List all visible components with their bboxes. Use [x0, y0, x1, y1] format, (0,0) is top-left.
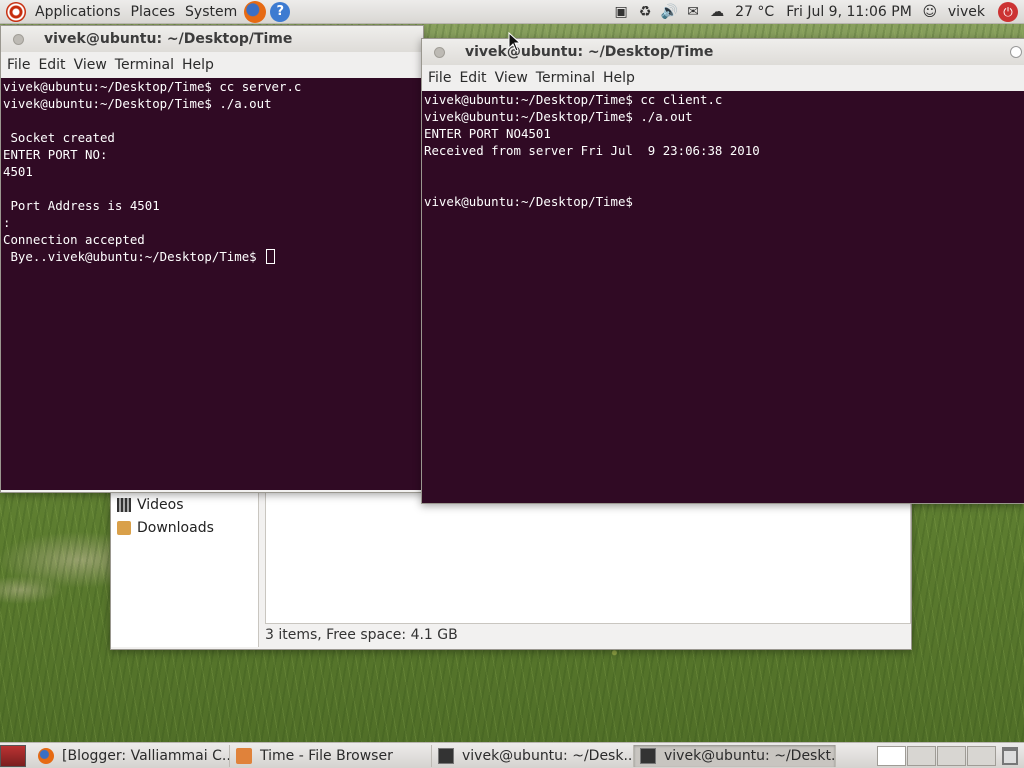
top-panel: Applications Places System ? ▣ ♻ 🔊 ✉ ☁ 2…: [0, 0, 1024, 24]
window-menu-icon[interactable]: [13, 33, 24, 45]
task-terminal-2[interactable]: vivek@ubuntu: ~/Deskt...: [634, 744, 836, 767]
sidebar-item-downloads[interactable]: Downloads: [111, 516, 258, 539]
window-menu-icon[interactable]: [434, 46, 445, 58]
terminal-icon: [640, 747, 656, 764]
close-icon[interactable]: [1010, 46, 1022, 58]
firefox-icon: [38, 747, 54, 764]
file-browser-status: 3 items, Free space: 4.1 GB: [265, 627, 458, 643]
terminal-icon: [438, 747, 454, 764]
menu-edit[interactable]: Edit: [455, 70, 490, 86]
system-tray: ▣ ♻ 🔊 ✉ ☁ 27 °C Fri Jul 9, 11:06 PM ☺ vi…: [610, 1, 1024, 22]
file-browser-window: Videos Downloads 3 items, Free space: 4.…: [110, 480, 912, 650]
user-name[interactable]: vivek: [943, 4, 990, 20]
menu-places[interactable]: Places: [126, 4, 181, 20]
menu-terminal[interactable]: Terminal: [111, 57, 178, 73]
terminal-output: vivek@ubuntu:~/Desktop/Time$ cc server.c…: [3, 79, 302, 264]
sidebar-item-videos[interactable]: Videos: [111, 493, 258, 516]
menu-system[interactable]: System: [180, 4, 242, 20]
task-terminal-1[interactable]: vivek@ubuntu: ~/Desk...: [432, 744, 634, 767]
weather-temperature[interactable]: 27 °C: [730, 4, 779, 20]
task-label: Time - File Browser: [260, 747, 393, 764]
titlebar[interactable]: vivek@ubuntu: ~/Desktop/Time: [1, 26, 423, 52]
menu-view[interactable]: View: [491, 70, 532, 86]
downloads-folder-icon: [117, 520, 131, 535]
terminal-tray-icon[interactable]: ▣: [610, 2, 632, 22]
client-terminal-window: vivek@ubuntu: ~/Desktop/Time File Edit V…: [421, 38, 1024, 504]
menu-edit[interactable]: Edit: [34, 57, 69, 73]
show-desktop-icon[interactable]: [0, 744, 26, 767]
task-file-browser[interactable]: Time - File Browser: [230, 744, 432, 767]
server-terminal-window: vivek@ubuntu: ~/Desktop/Time File Edit V…: [0, 25, 424, 493]
workspace-3[interactable]: [937, 745, 966, 766]
mouse-pointer-icon: [508, 32, 520, 52]
text-cursor: [266, 249, 276, 264]
sidebar-item-label: Videos: [137, 496, 184, 513]
workspace-1[interactable]: [877, 745, 906, 766]
task-label: [Blogger: Valliammai C...: [62, 747, 230, 764]
menubar: File Edit View Terminal Help: [1, 52, 423, 78]
clock[interactable]: Fri Jul 9, 11:06 PM: [781, 4, 917, 20]
help-launcher-icon[interactable]: ?: [270, 1, 291, 22]
task-blogger[interactable]: [Blogger: Valliammai C...: [32, 744, 230, 767]
mail-icon[interactable]: ✉: [682, 2, 704, 22]
menu-help[interactable]: Help: [599, 70, 639, 86]
weather-icon: ☁: [710, 3, 725, 20]
menu-view[interactable]: View: [70, 57, 111, 73]
folder-icon: [236, 747, 252, 764]
update-tray-icon[interactable]: ♻: [634, 2, 656, 22]
window-title: vivek@ubuntu: ~/Desktop/Time: [44, 31, 293, 47]
window-title: vivek@ubuntu: ~/Desktop/Time: [465, 44, 714, 60]
firefox-launcher-icon[interactable]: [244, 0, 267, 23]
menu-help[interactable]: Help: [178, 57, 218, 73]
volume-icon[interactable]: 🔊: [658, 2, 680, 22]
film-icon: [117, 497, 131, 512]
task-label: vivek@ubuntu: ~/Desk...: [462, 747, 634, 764]
bottom-panel: [Blogger: Valliammai C... Time - File Br…: [0, 742, 1024, 768]
sidebar-item-label: Downloads: [137, 519, 214, 536]
power-icon[interactable]: ⏻: [998, 1, 1018, 22]
file-browser-sidebar: Videos Downloads: [111, 481, 259, 647]
trash-icon[interactable]: [1002, 746, 1018, 765]
ubuntu-logo-icon[interactable]: [6, 1, 26, 22]
user-status-icon: ☺: [922, 3, 938, 20]
menubar: File Edit View Terminal Help: [422, 65, 1024, 91]
menu-file[interactable]: File: [3, 57, 34, 73]
menu-applications[interactable]: Applications: [30, 4, 126, 20]
menu-terminal[interactable]: Terminal: [532, 70, 599, 86]
workspace-2[interactable]: [907, 745, 936, 766]
terminal-output: vivek@ubuntu:~/Desktop/Time$ cc client.c…: [424, 92, 760, 209]
terminal-area[interactable]: vivek@ubuntu:~/Desktop/Time$ cc server.c…: [1, 78, 423, 490]
task-label: vivek@ubuntu: ~/Deskt...: [664, 747, 836, 764]
terminal-area[interactable]: vivek@ubuntu:~/Desktop/Time$ cc client.c…: [422, 91, 1024, 503]
workspace-4[interactable]: [967, 745, 996, 766]
menu-file[interactable]: File: [424, 70, 455, 86]
